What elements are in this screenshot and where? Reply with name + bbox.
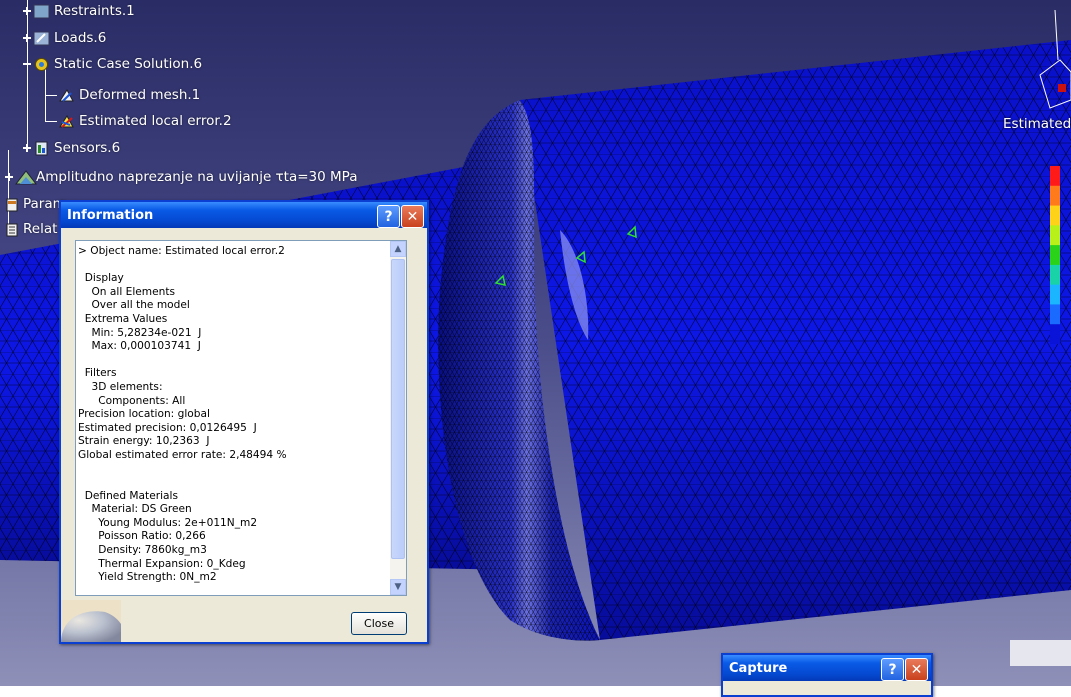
tree-item-estimated-local-error[interactable]: Estimated local error.2: [58, 110, 232, 132]
expand-icon[interactable]: [23, 34, 31, 42]
tree-item-label: Static Case Solution.6: [54, 56, 203, 72]
color-palette-segment: [1050, 166, 1060, 187]
relations-icon: [6, 221, 23, 238]
info-line: 3D elements:: [78, 380, 163, 393]
sensors-icon: [33, 140, 50, 157]
tree-item-loads[interactable]: Loads.6: [23, 27, 106, 49]
info-line: Global estimated error rate: 2,48494 %: [78, 448, 287, 461]
tree-item-amplitude-analysis[interactable]: Amplitudno naprezanje na uvijanje τta=30…: [5, 166, 357, 188]
scroll-down-button[interactable]: ▼: [390, 579, 406, 595]
info-line: Yield Strength: 0N_m2: [78, 571, 217, 584]
info-line: Strain energy: 10,2363 J: [78, 435, 210, 448]
color-palette-segment: [1050, 245, 1060, 266]
close-button[interactable]: Close: [351, 612, 407, 635]
color-palette-segment: [1050, 205, 1060, 226]
info-line: Material: DS Green: [78, 503, 192, 516]
color-palette-segment: [1050, 284, 1060, 305]
color-palette-segment: [1050, 225, 1060, 246]
info-line: Filters: [78, 367, 117, 380]
info-line: Max: 0,000103741 J: [78, 340, 201, 353]
tree-item-label: Sensors.6: [54, 140, 121, 156]
info-line: Components: All: [78, 394, 186, 407]
info-line: Density: 7860kg_m3: [78, 544, 207, 557]
tree-item-label: Estimated local error.2: [79, 113, 232, 129]
collapse-icon[interactable]: [23, 60, 31, 68]
info-text-content: > Object name: Estimated local error.2 D…: [78, 245, 287, 585]
analysis-icon: [14, 169, 38, 186]
dialog-title: Capture: [729, 660, 788, 676]
info-line: Extrema Values: [78, 312, 168, 325]
color-palette-segment: [1050, 264, 1060, 286]
tree-item-label: Amplitudno naprezanje na uvijanje τta=30…: [36, 169, 358, 185]
close-x-button[interactable]: ✕: [905, 658, 928, 681]
estimated-legend-label: Estimated: [1003, 116, 1071, 132]
info-line: Young Modulus: 2e+011N_m2: [78, 516, 258, 529]
help-button[interactable]: ?: [881, 658, 904, 681]
information-dialog: Information ? ✕ > Object name: Estimated…: [59, 200, 429, 644]
info-line: [78, 463, 287, 477]
color-palette-bar[interactable]: [1050, 166, 1060, 344]
tree-item-label: Relat: [23, 221, 58, 237]
local-error-icon: [58, 113, 75, 130]
info-line: Display: [78, 272, 124, 285]
info-line: > Object name: Estimated local error.2: [78, 245, 285, 257]
info-line: Over all the model: [78, 299, 190, 312]
tree-item-label: Deformed mesh.1: [79, 87, 201, 103]
info-line: [78, 354, 287, 368]
solution-gear-icon: [33, 56, 50, 73]
color-palette-segment: [1050, 324, 1060, 344]
globe-decoration-icon: [61, 600, 121, 642]
info-line: Precision location: global: [78, 408, 210, 421]
color-palette-segment: [1050, 304, 1060, 325]
tree-item-static-case-solution[interactable]: Static Case Solution.6: [23, 53, 202, 75]
expand-icon[interactable]: [5, 173, 13, 181]
info-line: [78, 259, 287, 273]
dialog-title: Information: [67, 207, 154, 223]
parameters-icon: [6, 196, 23, 213]
info-line: [78, 476, 287, 490]
scroll-thumb[interactable]: [391, 259, 405, 559]
color-palette-segment: [1050, 185, 1060, 207]
info-line: Estimated precision: 0,0126495 J: [78, 421, 257, 434]
tree-item-label: Restraints.1: [54, 3, 135, 19]
capture-dialog: Capture ? ✕: [721, 653, 933, 697]
close-x-button[interactable]: ✕: [401, 205, 424, 228]
info-line: On all Elements: [78, 285, 176, 298]
tree-item-label: Loads.6: [54, 30, 107, 46]
information-titlebar[interactable]: Information ? ✕: [61, 202, 427, 228]
expand-icon[interactable]: [23, 7, 31, 15]
tree-item-restraints[interactable]: Restraints.1: [23, 0, 135, 22]
scroll-up-button[interactable]: ▲: [390, 241, 406, 257]
info-line: Thermal Expansion: 0_Kdeg: [78, 557, 246, 570]
expand-icon[interactable]: [23, 144, 31, 152]
help-button[interactable]: ?: [377, 205, 400, 228]
capture-titlebar[interactable]: Capture ? ✕: [723, 655, 931, 681]
tree-item-relations[interactable]: Relat: [6, 218, 57, 240]
tree-item-sensors[interactable]: Sensors.6: [23, 137, 120, 159]
info-line: Poisson Ratio: 0,266: [78, 530, 206, 543]
vertical-scrollbar[interactable]: ▲ ▼: [390, 241, 406, 595]
info-line: Defined Materials: [78, 489, 178, 502]
tree-item-parameters[interactable]: Param: [6, 193, 66, 215]
deformed-mesh-icon: [58, 87, 75, 104]
info-line: Min: 5,28234e-021 J: [78, 326, 202, 339]
restraints-icon: [33, 3, 50, 20]
info-text-area[interactable]: > Object name: Estimated local error.2 D…: [75, 240, 407, 596]
loads-icon: [33, 30, 50, 47]
tree-item-deformed-mesh[interactable]: Deformed mesh.1: [58, 84, 200, 106]
